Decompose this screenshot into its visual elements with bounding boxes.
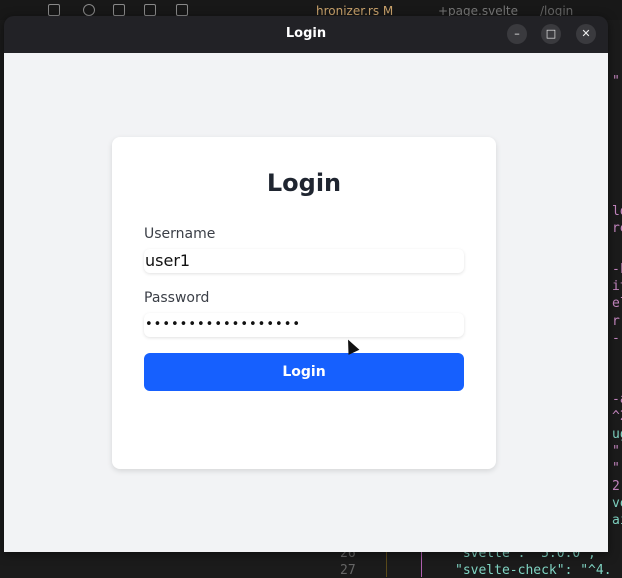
window-content: Login Username user1 Password ••••••••••…: [4, 53, 608, 552]
code-fragment: ",: [612, 74, 622, 89]
code-fragment: ld: [612, 204, 622, 219]
code-fragment: re: [612, 221, 622, 236]
username-input[interactable]: user1: [144, 249, 464, 273]
code-fragment: ve: [612, 496, 622, 511]
code-fragment: el: [612, 296, 622, 311]
minimize-button[interactable]: –: [507, 24, 527, 44]
code-line: "svelte-check": "^4.: [455, 563, 612, 578]
code-fragment: r: [612, 314, 620, 329]
login-window: Login – □ ✕ Login Username user1 Passwor…: [4, 16, 608, 552]
maximize-button[interactable]: □: [541, 24, 561, 44]
gutter-line: [386, 552, 387, 577]
code-fragment: ": [612, 461, 620, 476]
code-fragment: ":: [612, 444, 622, 459]
login-heading: Login: [266, 169, 342, 197]
code-fragment: ^2: [612, 409, 622, 424]
code-fragment: ai: [612, 513, 622, 528]
search-icon[interactable]: [83, 4, 95, 16]
line-number: 27: [340, 563, 356, 578]
close-button[interactable]: ✕: [576, 24, 596, 44]
run-icon[interactable]: [176, 4, 188, 16]
username-label: Username: [144, 226, 216, 242]
code-fragment: -a: [612, 392, 622, 407]
code-fragment: ug: [612, 427, 622, 442]
code-fragment: --: [612, 331, 622, 346]
title-bar[interactable]: Login – □ ✕: [4, 16, 608, 53]
password-input[interactable]: ••••••••••••••••••: [144, 313, 464, 337]
explorer-icon[interactable]: [48, 4, 60, 16]
extensions-icon[interactable]: [144, 4, 156, 16]
indent-guide: [421, 552, 422, 577]
password-label: Password: [144, 290, 210, 306]
login-button[interactable]: Login: [144, 353, 464, 391]
code-fragment: 2": [612, 479, 622, 494]
code-fragment: it: [612, 279, 622, 294]
login-card: Login Username user1 Password ••••••••••…: [112, 137, 496, 469]
code-fragment: -k: [612, 262, 622, 277]
source-control-icon[interactable]: [113, 4, 125, 16]
